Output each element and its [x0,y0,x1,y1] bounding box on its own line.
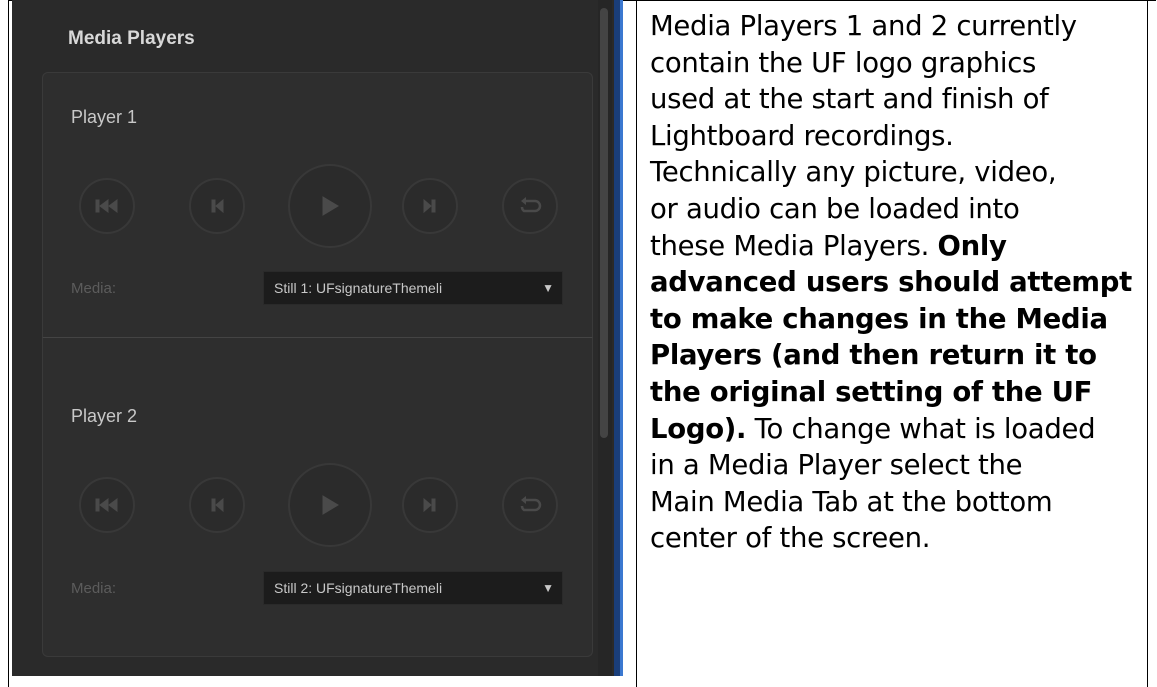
text-line: Technically any picture, video, [650,154,1150,191]
play-button[interactable] [288,463,372,547]
bold-text: to make changes in the Media [650,302,1108,335]
loop-icon [520,496,542,512]
loop-button[interactable] [502,178,558,234]
media-select-value: Still 1: UFsignatureThemeli [274,280,443,296]
text-line: to make changes in the Media [650,301,1150,338]
text-line: Media Players 1 and 2 currently [650,8,1150,45]
transport-controls [43,462,594,552]
media-players-screenshot: Media Players Player 1 Media: Still 1: U… [12,0,623,676]
player-title: Player 2 [71,406,138,426]
skip-to-start-icon [95,199,118,213]
loop-button[interactable] [502,477,558,533]
play-icon [322,196,339,216]
scrollbar-thumb[interactable] [600,8,608,438]
text-line: these Media Players. Only [650,228,1150,265]
player-card-2: Player 2 Media: Still 2: UFsignatureThem… [42,337,593,657]
body-text: or audio can be loaded into [650,192,1020,225]
text-line: Logo). To change what is loaded [650,411,1150,448]
body-text: To change what is loaded [746,412,1096,445]
body-text: contain the UF logo graphics [650,46,1037,79]
text-line: contain the UF logo graphics [650,45,1150,82]
previous-frame-button[interactable] [189,178,245,234]
text-line: used at the start and finish of [650,81,1150,118]
media-label: Media: [71,580,117,597]
body-text: in a Media Player select the [650,449,1023,482]
previous-frame-icon [211,497,224,513]
body-text: Lightboard recordings. [650,119,954,152]
body-text: used at the start and finish of [650,83,1049,116]
bold-text: Only [937,229,1007,262]
player-card-1: Player 1 Media: Still 1: UFsignatureThem… [42,72,593,337]
body-text: these Media Players. [650,229,938,262]
media-select-player-2[interactable]: Still 2: UFsignatureThemeli ▼ [263,571,563,605]
play-button[interactable] [288,164,372,248]
next-frame-icon [423,198,436,214]
text-line: advanced users should attempt [650,264,1150,301]
next-frame-button[interactable] [402,178,458,234]
player-title: Player 1 [71,107,138,127]
loop-icon [520,197,542,213]
text-line: center of the screen. [650,520,1150,557]
text-line: or audio can be loaded into [650,191,1150,228]
skip-to-start-button[interactable] [79,477,135,533]
text-line: Lightboard recordings. [650,118,1150,155]
body-text: Technically any picture, video, [650,156,1057,189]
bold-text: Players (and then return it to [650,339,1097,372]
skip-to-start-button[interactable] [79,178,135,234]
transport-controls [43,163,594,253]
play-icon [322,495,339,515]
previous-frame-button[interactable] [189,477,245,533]
text-line: the original setting of the UF [650,374,1150,411]
bold-text: Logo). [650,412,747,445]
next-frame-button[interactable] [402,477,458,533]
table-column-divider [636,0,637,687]
media-select-value: Still 2: UFsignatureThemeli [274,580,443,596]
skip-to-start-icon [95,498,118,512]
bold-text: advanced users should attempt [650,266,1133,299]
bold-text: the original setting of the UF [650,375,1093,408]
dropdown-caret-icon: ▼ [542,581,554,595]
body-text: center of the screen. [650,522,931,555]
previous-frame-icon [211,198,224,214]
media-label: Media: [71,280,117,297]
body-text: Media Players 1 and 2 currently [650,10,1077,42]
body-text: Main Media Tab at the bottom [650,485,1053,518]
media-select-player-1[interactable]: Still 1: UFsignatureThemeli ▼ [263,271,563,305]
dropdown-caret-icon: ▼ [542,281,554,295]
next-frame-icon [423,497,436,513]
text-line: Main Media Tab at the bottom [650,484,1150,521]
text-line: Players (and then return it to [650,337,1150,374]
instructions-text: Media Players 1 and 2 currently contain t… [650,8,1150,557]
table-border-top [636,0,1148,1]
panel-title: Media Players [68,28,195,49]
text-line: in a Media Player select the [650,447,1150,484]
